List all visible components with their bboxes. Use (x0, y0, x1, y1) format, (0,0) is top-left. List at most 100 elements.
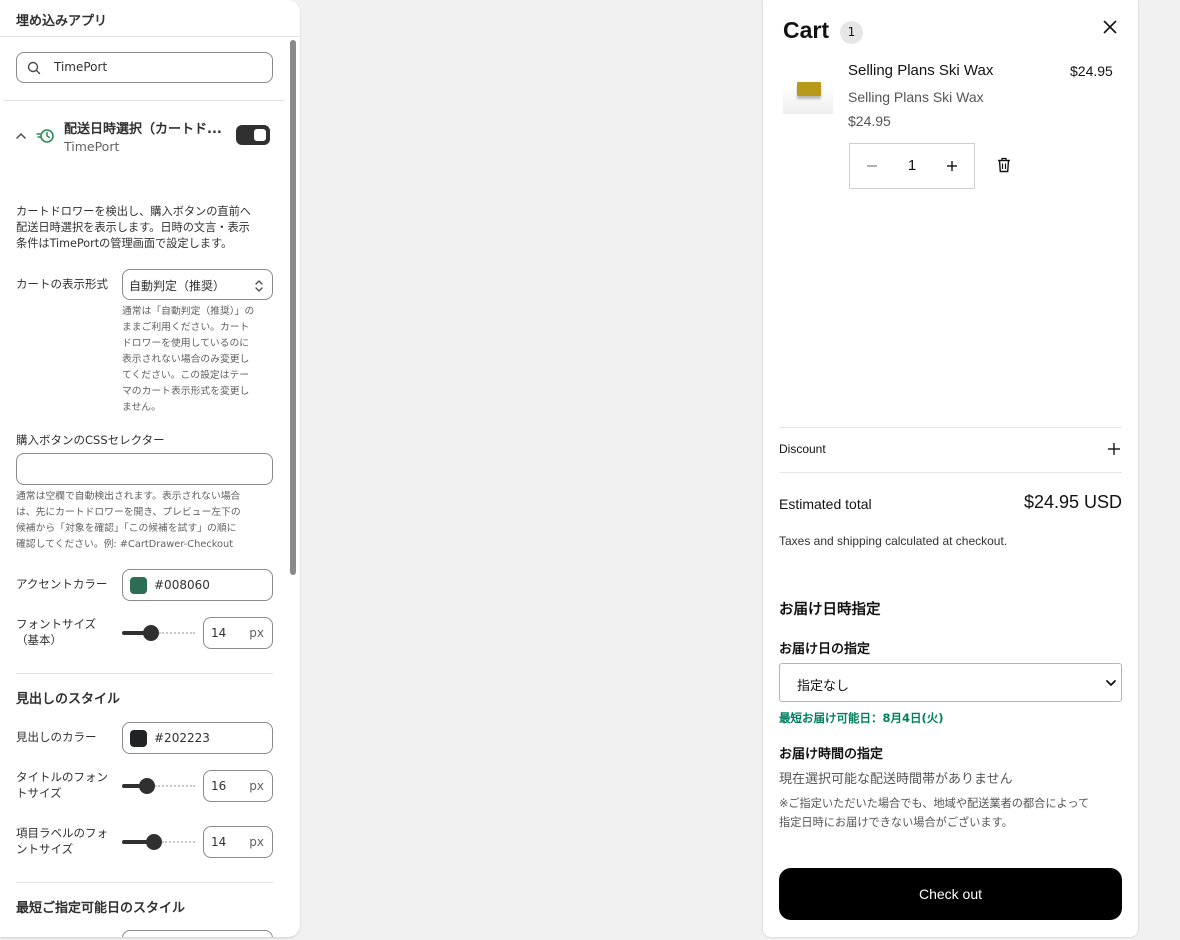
cart-display-select[interactable]: 自動判定（推奨） (122, 269, 273, 300)
quantity-stepper[interactable]: 1 (849, 143, 975, 189)
css-selector-help: 通常は空欄で自動検出されます。表示されない場合 は、先にカートドロワーを開き、プ… (16, 489, 278, 553)
divider (779, 472, 1122, 473)
panel-header: 埋め込みアプリ (0, 0, 300, 37)
toggle-knob (254, 129, 266, 141)
title-font-size-unit: px (249, 779, 264, 793)
earliest-delivery-date: 最短お届け可能日：8月4日(火) (779, 711, 944, 725)
font-size-input[interactable]: 14 px (203, 617, 273, 649)
quantity-increase-button[interactable] (930, 144, 974, 188)
font-size-slider[interactable] (122, 625, 195, 641)
product-image[interactable] (783, 66, 833, 114)
slider-track (159, 632, 195, 634)
product-variant: Selling Plans Ski Wax (848, 89, 984, 105)
notice-line: 指定日時にお届けできない場合がございます。 (779, 816, 1013, 829)
title-font-size-input[interactable]: 16 px (203, 770, 273, 802)
divider (4, 100, 284, 101)
heading-color-label: 見出しのカラー (16, 730, 97, 744)
item-label-font-size-slider[interactable] (122, 834, 195, 850)
description-line: 配送日時選択を表示します。日時の文言・表示 (16, 221, 250, 234)
plus-icon[interactable] (1108, 443, 1120, 455)
discount-label[interactable]: Discount (779, 442, 826, 456)
help-line: 通常は空欄で自動検出されます。表示されない場合 (16, 491, 241, 502)
title-font-size-label: タイトルのフォン トサイズ (16, 769, 108, 801)
help-line: ままご利用ください。カート (122, 322, 250, 333)
slider-thumb[interactable] (146, 834, 162, 850)
item-label-font-size-unit: px (249, 835, 264, 849)
item-label-font-size-value: 14 (211, 835, 227, 849)
plus-icon (947, 161, 957, 171)
delivery-title: お届け日時指定 (779, 602, 881, 618)
font-size-label: フォントサイズ （基本） (16, 616, 96, 648)
divider (779, 427, 1122, 428)
label-line: フォントサイズ (16, 617, 97, 631)
help-line: てください。この設定はテー (122, 370, 250, 381)
label-line: トサイズ (16, 786, 62, 800)
help-line: 表示されない場合のみ変更し (122, 354, 250, 365)
delivery-date-select[interactable]: 指定なし (779, 663, 1122, 702)
label-line: （基本） (16, 633, 62, 647)
quantity-value[interactable]: 1 (894, 157, 930, 174)
title-font-size-value: 16 (211, 779, 227, 793)
estimated-total-value: $24.95 USD (1023, 492, 1122, 512)
delivery-date-label: お届け日の指定 (779, 642, 871, 657)
cart-count-badge: 1 (840, 21, 863, 44)
divider (16, 673, 273, 674)
help-line: 通常は「自動判定（推奨）」の (122, 306, 255, 317)
app-block-title: 配送日時選択（カートド... (64, 122, 222, 137)
slider-thumb[interactable] (139, 778, 155, 794)
accent-color-value: #008060 (154, 578, 210, 592)
cart-display-value: 自動判定（推奨） (129, 279, 226, 293)
heading-color-value: #202223 (154, 731, 210, 745)
label-line: 項目ラベルのフォ (16, 826, 108, 840)
accent-color-field[interactable]: #008060 (122, 569, 273, 601)
estimated-total-label: Estimated total (779, 496, 872, 512)
cart-display-label: カートの表示形式 (16, 277, 108, 291)
heading-color-field[interactable]: #202223 (122, 722, 273, 754)
chevron-down-icon (1106, 680, 1116, 686)
title-font-size-slider[interactable] (122, 778, 195, 794)
item-label-font-size-label: 項目ラベルのフォ ントサイズ (16, 825, 108, 857)
help-line: は、先にカートドロワーを開き、プレビュー左下の (16, 507, 241, 518)
product-name[interactable]: Selling Plans Ski Wax (848, 62, 993, 79)
search-icon (27, 61, 41, 75)
trash-icon[interactable] (997, 157, 1011, 173)
help-line: ません。 (122, 402, 161, 413)
select-arrows-icon (255, 280, 263, 292)
scrollbar-thumb[interactable] (290, 40, 296, 575)
checkout-button[interactable]: Check out (779, 868, 1122, 920)
help-line: ドロワーを使用しているのに (122, 338, 250, 349)
help-line: 確認してください。例: #CartDrawer-Checkout (16, 539, 234, 550)
app-block-toggle[interactable] (236, 125, 270, 145)
slider-thumb[interactable] (143, 625, 159, 641)
delivery-time-label: お届け時間の指定 (779, 747, 884, 762)
css-selector-input[interactable] (16, 453, 273, 485)
delivery-time-unavailable: 現在選択可能な配送時間帯がありません (779, 772, 1013, 787)
clock-truck-icon (36, 129, 54, 143)
accent-color-swatch[interactable] (130, 577, 147, 594)
panel-title: 埋め込みアプリ (16, 14, 108, 29)
search-value: TimePort (54, 60, 108, 74)
product-unit-price: $24.95 (848, 113, 891, 129)
heading-style-title: 見出しのスタイル (16, 692, 121, 707)
heading-color-swatch[interactable] (130, 730, 147, 747)
notice-line: ※ご指定いただいた場合でも、地域や配送業者の都合によって (779, 797, 1090, 810)
accent-color-label: アクセントカラー (16, 577, 108, 591)
cart-drawer: Cart 1 Selling Plans Ski Wax $24.95 Sell… (763, 0, 1138, 937)
delivery-notice: ※ご指定いただいた場合でも、地域や配送業者の都合によって 指定日時にお届けできな… (779, 794, 1124, 832)
slider-track (162, 841, 195, 843)
earliest-style-title: 最短ご指定可能日のスタイル (16, 901, 186, 916)
chevron-up-icon[interactable] (15, 130, 27, 142)
earliest-color-field[interactable] (122, 930, 273, 937)
description-line: カートドロワーを検出し、購入ボタンの直前へ (16, 205, 251, 218)
cart-title: Cart (783, 17, 830, 43)
delivery-date-value: 指定なし (797, 679, 850, 694)
minus-icon (867, 165, 877, 167)
label-line: ントサイズ (16, 842, 74, 856)
ski-wax-image (797, 82, 821, 96)
close-icon[interactable] (1102, 19, 1118, 35)
item-label-font-size-input[interactable]: 14 px (203, 826, 273, 858)
label-line: タイトルのフォン (16, 770, 108, 784)
search-input[interactable]: TimePort (16, 52, 273, 83)
quantity-decrease-button[interactable] (850, 144, 894, 188)
embed-app-panel: 埋め込みアプリ TimePort 配送日時選択（カートド... TimePort… (0, 0, 300, 937)
